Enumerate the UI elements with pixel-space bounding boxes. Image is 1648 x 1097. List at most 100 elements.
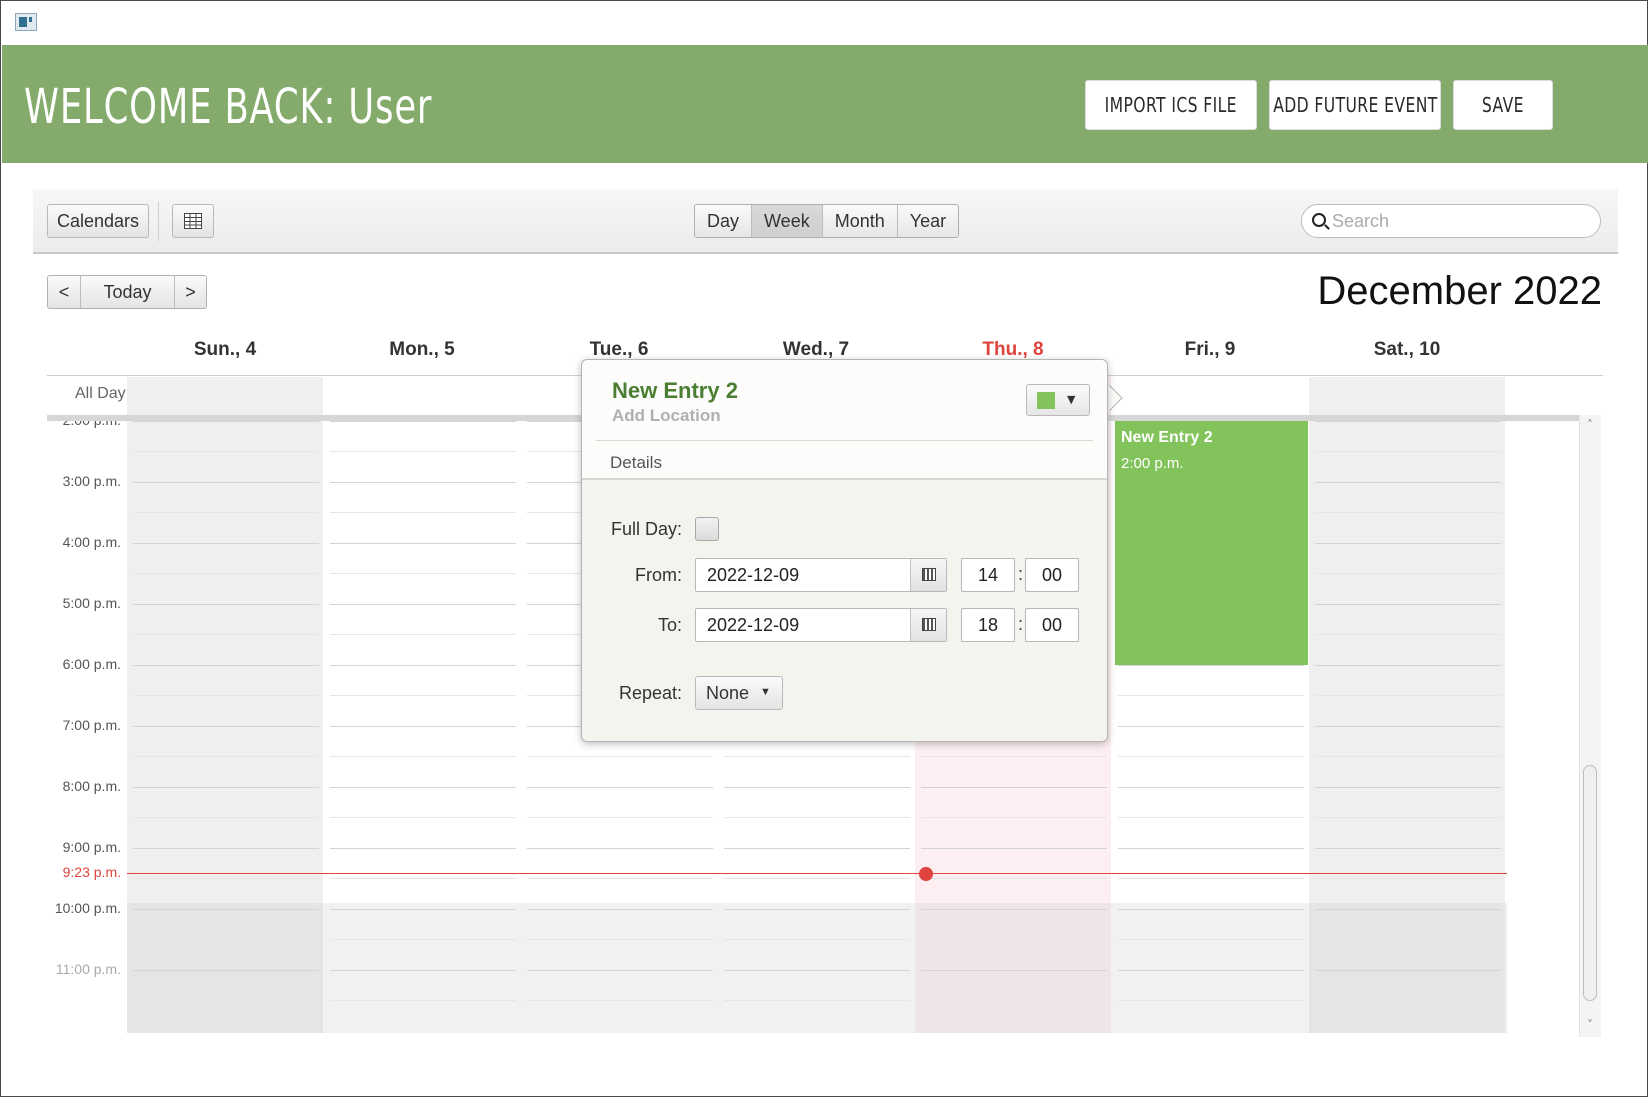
to-label: To: [657, 615, 682, 635]
half-hour-gridline [133, 634, 319, 635]
popover-divider [596, 440, 1093, 441]
calendars-button[interactable]: Calendars [47, 204, 149, 238]
half-hour-gridline [133, 695, 319, 696]
view-month-button[interactable]: Month [821, 205, 897, 237]
all-day-label: All Day [75, 385, 126, 402]
hour-gridline [1315, 543, 1501, 544]
repeat-label: Repeat: [618, 683, 682, 703]
half-hour-gridline [133, 451, 319, 452]
hour-gridline [133, 909, 319, 910]
half-hour-gridline [133, 1000, 319, 1001]
half-hour-gridline [724, 756, 910, 757]
to-time-colon: : [1018, 614, 1024, 634]
half-hour-gridline [133, 878, 319, 879]
hour-gridline [724, 909, 910, 910]
table-grid-icon [184, 213, 202, 229]
day-header-thu[interactable]: Thu., 8 [915, 339, 1111, 361]
import-ics-button[interactable]: IMPORT ICS FILE [1085, 80, 1257, 130]
color-picker[interactable]: ▼ [1026, 384, 1090, 416]
hour-gridline [1315, 909, 1501, 910]
hour-gridline [330, 970, 516, 971]
hour-gridline [527, 970, 713, 971]
hour-gridline [133, 665, 319, 666]
from-minute-input[interactable]: 00 [1025, 558, 1079, 592]
popover-header: New Entry 2 Add Location ▼ Details [582, 360, 1107, 480]
save-button[interactable]: SAVE [1453, 80, 1553, 130]
day-header-tue[interactable]: Tue., 6 [521, 339, 717, 361]
half-hour-gridline [1315, 451, 1501, 452]
time-label: 3:00 p.m. [62, 473, 121, 489]
scroll-down-icon[interactable]: ˅ [1584, 1019, 1596, 1031]
date-navigation: < Today > [47, 275, 207, 309]
hour-gridline [527, 787, 713, 788]
event-start-time: 2:00 p.m. [1121, 455, 1184, 472]
hour-gridline [1118, 970, 1304, 971]
grid-scrollbar[interactable]: ˄ ˅ [1579, 415, 1601, 1037]
prev-week-button[interactable]: < [48, 276, 80, 308]
day-header-fri[interactable]: Fri., 9 [1112, 339, 1308, 361]
hour-gridline [921, 970, 1107, 971]
half-hour-gridline [921, 756, 1107, 757]
half-hour-gridline [1118, 878, 1304, 879]
hour-gridline [1118, 665, 1304, 666]
next-week-button[interactable]: > [174, 276, 206, 308]
half-hour-gridline [1315, 634, 1501, 635]
to-date-input[interactable]: 2022-12-09 [695, 608, 947, 642]
hour-gridline [527, 848, 713, 849]
half-hour-gridline [1315, 817, 1501, 818]
repeat-select[interactable]: None ▼ [695, 676, 783, 710]
half-hour-gridline [330, 756, 516, 757]
details-tab[interactable]: Details [610, 453, 662, 473]
to-minute-input[interactable]: 00 [1025, 608, 1079, 642]
half-hour-gridline [527, 939, 713, 940]
search-box[interactable] [1301, 204, 1601, 238]
half-hour-gridline [133, 939, 319, 940]
hour-gridline [133, 970, 319, 971]
search-input[interactable] [1332, 209, 1592, 233]
half-hour-gridline [133, 512, 319, 513]
add-future-event-label: ADD FUTURE EVENT [1272, 93, 1438, 117]
time-label: 8:00 p.m. [62, 778, 121, 794]
hour-gridline [330, 604, 516, 605]
save-label: SAVE [1482, 93, 1524, 117]
full-day-label: Full Day: [610, 519, 682, 539]
to-hour-input[interactable]: 18 [961, 608, 1015, 642]
hour-gridline [330, 665, 516, 666]
calendar-event[interactable]: New Entry 2 2:00 p.m. [1115, 421, 1308, 665]
location-field[interactable]: Add Location [612, 406, 721, 426]
half-hour-gridline [1315, 695, 1501, 696]
hour-gridline [133, 848, 319, 849]
from-hour-input[interactable]: 14 [961, 558, 1015, 592]
hour-gridline [1118, 909, 1304, 910]
time-label: 6:00 p.m. [62, 656, 121, 672]
event-title-field[interactable]: New Entry 2 [612, 378, 738, 404]
to-date-picker-button[interactable] [910, 609, 946, 641]
search-icon [1312, 213, 1326, 227]
half-hour-gridline [330, 1000, 516, 1001]
scroll-up-icon[interactable]: ˄ [1584, 419, 1596, 431]
half-hour-gridline [330, 573, 516, 574]
from-date-input[interactable]: 2022-12-09 [695, 558, 947, 592]
day-header-sun[interactable]: Sun., 4 [127, 339, 323, 361]
half-hour-gridline [330, 634, 516, 635]
half-hour-gridline [724, 878, 910, 879]
view-day-button[interactable]: Day [695, 205, 752, 237]
grid-view-button[interactable] [172, 204, 214, 238]
view-week-button[interactable]: Week [751, 205, 822, 237]
hour-gridline [133, 604, 319, 605]
add-future-event-button[interactable]: ADD FUTURE EVENT [1269, 80, 1441, 130]
from-date-picker-button[interactable] [910, 559, 946, 591]
day-header-sat[interactable]: Sat., 10 [1309, 339, 1505, 361]
hour-gridline [1118, 787, 1304, 788]
color-swatch [1037, 392, 1055, 409]
day-header-mon[interactable]: Mon., 5 [324, 339, 520, 361]
half-hour-gridline [1315, 573, 1501, 574]
scrollbar-thumb[interactable] [1583, 765, 1597, 1001]
hour-gridline [330, 848, 516, 849]
half-hour-gridline [921, 1000, 1107, 1001]
hour-gridline [330, 909, 516, 910]
full-day-checkbox[interactable] [695, 517, 719, 541]
view-year-button[interactable]: Year [896, 205, 959, 237]
day-header-wed[interactable]: Wed., 7 [718, 339, 914, 361]
today-button[interactable]: Today [80, 276, 174, 308]
